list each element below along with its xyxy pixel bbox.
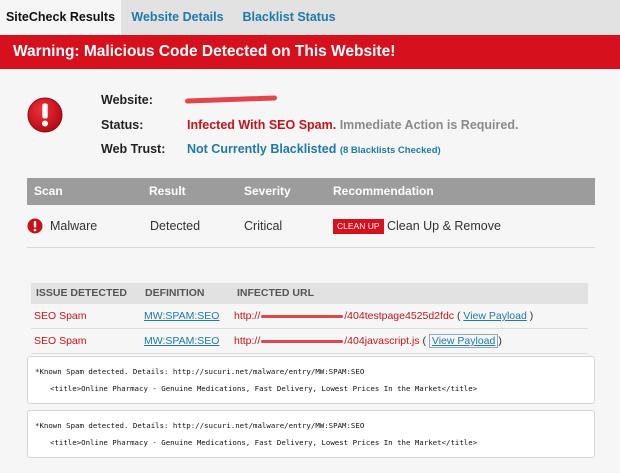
- paren-open: (: [422, 335, 429, 347]
- payload-detail-line: *Known Spam detected. Details: http://su…: [35, 421, 365, 430]
- issue-row: SEO Spam MW:SPAM:SEO http:// /404testpage…: [31, 304, 588, 329]
- tab-website-details[interactable]: Website Details: [121, 0, 234, 35]
- url-path: /404javascript.js: [344, 335, 420, 347]
- payload-detail-line: *Known Spam detected. Details: http://su…: [35, 367, 365, 376]
- infected-url: http:// /404javascript.js ( View Payload): [234, 329, 502, 353]
- tab-sitecheck-results[interactable]: SiteCheck Results: [0, 0, 121, 35]
- definition-link[interactable]: MW:SPAM:SEO: [144, 329, 219, 353]
- issues-table-header: ISSUE DETECTED DEFINITION INFECTED URL: [31, 283, 588, 304]
- alert-icon: [27, 97, 63, 133]
- tab-bar: SiteCheck Results Website Details Blackl…: [0, 0, 620, 35]
- issue-row: SEO Spam MW:SPAM:SEO http:// /404javascri…: [31, 329, 588, 354]
- url-path: /404testpage4525d2fdc: [344, 310, 455, 322]
- col-recommendation: Recommendation: [333, 184, 434, 198]
- web-trust-note[interactable]: (8 Blacklists Checked): [340, 145, 441, 156]
- tab-blacklist-status[interactable]: Blacklist Status: [234, 0, 344, 35]
- url-prefix: http://: [234, 335, 261, 347]
- col-definition: DEFINITION: [145, 287, 205, 299]
- clean-up-button[interactable]: CLEAN UP: [333, 219, 384, 234]
- scan-recommendation: Clean Up & Remove: [387, 219, 501, 233]
- issue-type: SEO Spam: [34, 335, 87, 347]
- redacted-domain: [261, 314, 344, 318]
- web-trust-label: Web Trust:: [101, 142, 166, 156]
- warning-banner: Warning: Malicious Code Detected on This…: [0, 35, 620, 69]
- web-trust-value: Not Currently Blacklisted (8 Blacklists …: [187, 142, 441, 156]
- payload-detail-box: *Known Spam detected. Details: http://su…: [27, 410, 595, 458]
- url-prefix: http://: [234, 310, 261, 322]
- scan-result: Detected: [150, 219, 201, 233]
- scan-severity: Critical: [244, 219, 283, 233]
- scan-table-row: Malware Detected Critical CLEAN UP Clean…: [27, 205, 595, 248]
- status-label: Status:: [101, 118, 144, 132]
- paren-close: ): [526, 310, 534, 322]
- col-issue-detected: ISSUE DETECTED: [36, 287, 128, 299]
- infected-url: http:///404testpage4525d2fdc ( View Payl…: [234, 304, 533, 328]
- malware-alert-icon: [27, 218, 43, 234]
- website-label: Website:: [101, 93, 153, 107]
- redacted-domain: [261, 339, 344, 343]
- view-payload-link[interactable]: View Payload: [428, 334, 499, 348]
- issue-type: SEO Spam: [34, 310, 87, 322]
- col-result: Result: [149, 184, 186, 198]
- payload-code-line: <title>Online Pharmacy - Genuine Medicat…: [50, 438, 478, 447]
- payload-code-line: <title>Online Pharmacy - Genuine Medicat…: [50, 384, 478, 393]
- definition-link[interactable]: MW:SPAM:SEO: [144, 304, 219, 328]
- scan-name: Malware: [50, 219, 98, 233]
- status-infected-text: Infected With SEO Spam.: [187, 118, 337, 132]
- paren-close: ): [498, 335, 502, 347]
- col-infected-url: INFECTED URL: [237, 287, 314, 299]
- scan-table-header: Scan Result Severity Recommendation: [27, 178, 595, 205]
- status-note: Immediate Action is Required.: [339, 118, 519, 132]
- web-trust-status[interactable]: Not Currently Blacklisted: [187, 142, 336, 156]
- view-payload-link[interactable]: View Payload: [463, 310, 526, 322]
- payload-detail-box: *Known Spam detected. Details: http://su…: [27, 356, 595, 404]
- status-value: Infected With SEO Spam. Immediate Action…: [187, 118, 518, 132]
- col-scan: Scan: [34, 184, 63, 198]
- col-severity: Severity: [244, 184, 291, 198]
